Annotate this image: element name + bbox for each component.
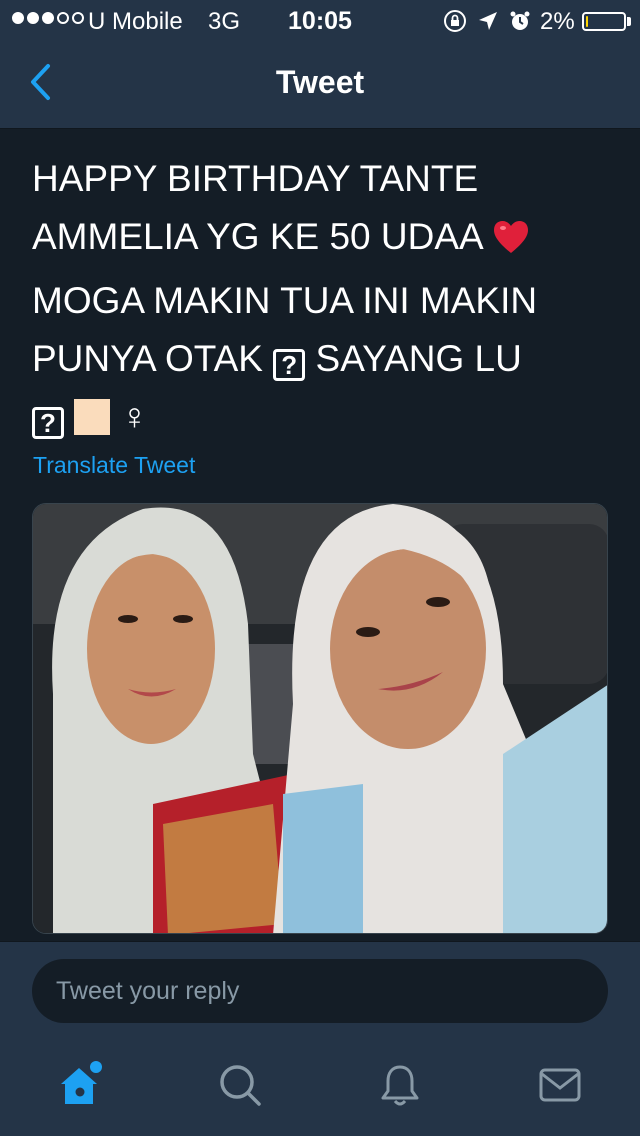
skin-tone-modifier-icon bbox=[74, 399, 111, 435]
tweet-text-line: MOGA MAKIN TUA INI MAKIN bbox=[32, 280, 538, 321]
reply-bar: Tweet your reply bbox=[0, 941, 640, 1042]
reply-input[interactable]: Tweet your reply bbox=[32, 959, 608, 1023]
heart-emoji-icon bbox=[492, 214, 530, 272]
tweet-text-line: HAPPY BIRTHDAY TANTE bbox=[32, 158, 479, 199]
battery-level-fill bbox=[586, 16, 588, 27]
tab-notifications[interactable] bbox=[360, 1057, 440, 1117]
female-sign-icon: ♀ bbox=[120, 396, 149, 437]
translate-tweet-link[interactable]: Translate Tweet bbox=[33, 452, 195, 479]
tweet-photo[interactable] bbox=[32, 503, 608, 934]
tab-bar bbox=[0, 1041, 640, 1136]
envelope-icon bbox=[538, 1067, 582, 1108]
battery-icon bbox=[582, 12, 626, 31]
orientation-lock-icon bbox=[443, 9, 467, 33]
search-icon bbox=[218, 1063, 262, 1112]
battery-percent: 2% bbox=[540, 8, 575, 35]
tweet-text-segment: AMMELIA YG KE 50 UDAA bbox=[32, 216, 482, 257]
tab-search[interactable] bbox=[200, 1057, 280, 1117]
battery-tip bbox=[627, 17, 631, 26]
status-icons bbox=[443, 9, 531, 33]
tab-messages[interactable] bbox=[520, 1057, 600, 1117]
alarm-icon bbox=[509, 10, 531, 32]
tweet-text-line: AMMELIA YG KE 50 UDAA bbox=[32, 208, 592, 272]
location-arrow-icon bbox=[477, 10, 499, 32]
navigation-bar: Tweet bbox=[0, 40, 640, 129]
home-icon bbox=[55, 1060, 105, 1115]
tweet-text-line: ? ♀ bbox=[32, 388, 592, 446]
bell-icon bbox=[379, 1063, 421, 1112]
unknown-glyph-icon: ? bbox=[273, 349, 306, 381]
page-title: Tweet bbox=[275, 64, 365, 100]
tweet-detail-screen: U Mobile 3G 10:05 2% Tweet HAPPY BIRTHDA… bbox=[0, 0, 640, 1136]
unknown-glyph-icon: ? bbox=[32, 407, 64, 439]
tab-home[interactable] bbox=[40, 1057, 120, 1117]
tweet-text-line: PUNYA OTAK ? SAYANG LU bbox=[32, 330, 592, 388]
status-bar: U Mobile 3G 10:05 2% bbox=[0, 0, 640, 40]
tweet-text-segment: SAYANG LU bbox=[315, 338, 522, 379]
photo-image bbox=[33, 504, 607, 933]
tweet-text-segment: PUNYA OTAK bbox=[32, 338, 263, 379]
tweet-text: HAPPY BIRTHDAY TANTE AMMELIA YG KE 50 UD… bbox=[32, 150, 592, 446]
